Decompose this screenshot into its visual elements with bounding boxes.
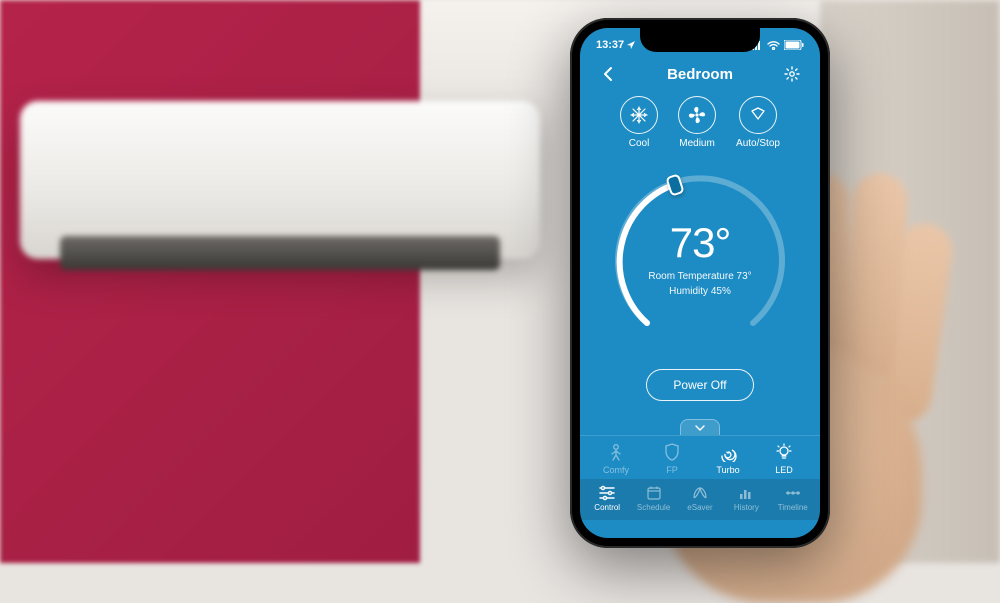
sliders-icon: [598, 485, 616, 501]
set-temperature: 73°: [670, 219, 731, 267]
back-button[interactable]: [598, 64, 618, 84]
temperature-dial[interactable]: 73° Room Temperature 73° Humidity 45%: [600, 159, 800, 359]
chevron-down-icon: [694, 424, 706, 432]
tab-control[interactable]: Control: [584, 485, 630, 512]
shield-icon: [662, 442, 682, 462]
swing-icon: [748, 105, 768, 125]
tab-history-label: History: [734, 503, 759, 512]
tab-control-label: Control: [594, 503, 620, 512]
chevron-left-icon: [603, 66, 613, 82]
location-arrow-icon: [626, 40, 636, 50]
mode-cool-label: Cool: [629, 138, 650, 149]
quick-actions-row: Comfy FP Turbo LED: [580, 435, 820, 479]
mode-medium[interactable]: Medium: [678, 96, 716, 149]
quick-comfy[interactable]: Comfy: [588, 442, 644, 475]
mode-autostop-label: Auto/Stop: [736, 138, 780, 149]
gear-icon: [784, 66, 800, 82]
power-off-button[interactable]: Power Off: [646, 369, 753, 401]
phone-frame: 13:37 Bedroom Cool: [570, 18, 830, 548]
calendar-icon: [646, 485, 662, 501]
quick-fp-label: FP: [666, 465, 678, 475]
app-header: Bedroom: [580, 56, 820, 88]
humidity-label: Humidity 45%: [648, 284, 751, 299]
quick-led[interactable]: LED: [756, 442, 812, 475]
mode-cool[interactable]: Cool: [620, 96, 658, 149]
page-title: Bedroom: [667, 66, 733, 83]
leaf-icon: [691, 485, 709, 501]
tab-schedule-label: Schedule: [637, 503, 670, 512]
tab-history[interactable]: History: [723, 485, 769, 512]
phone-screen: 13:37 Bedroom Cool: [580, 28, 820, 538]
bulb-icon: [774, 442, 794, 462]
mode-medium-label: Medium: [679, 138, 715, 149]
phone-notch: [640, 28, 760, 52]
tab-schedule[interactable]: Schedule: [630, 485, 676, 512]
battery-icon: [784, 40, 804, 50]
tab-esaver[interactable]: eSaver: [677, 485, 723, 512]
quick-led-label: LED: [775, 465, 793, 475]
tab-esaver-label: eSaver: [687, 503, 712, 512]
timeline-icon: [784, 485, 802, 501]
status-time: 13:37: [596, 39, 624, 51]
quick-fp[interactable]: FP: [644, 442, 700, 475]
tab-bar: Control Schedule eSaver History Timeline: [580, 479, 820, 520]
mode-row: Cool Medium Auto/Stop: [580, 88, 820, 153]
spiral-icon: [718, 442, 738, 462]
mode-autostop[interactable]: Auto/Stop: [736, 96, 780, 149]
room-temperature-label: Room Temperature 73°: [648, 269, 751, 284]
tab-timeline[interactable]: Timeline: [770, 485, 816, 512]
settings-button[interactable]: [782, 64, 802, 84]
wifi-icon: [767, 41, 780, 50]
quick-turbo[interactable]: Turbo: [700, 442, 756, 475]
tab-timeline-label: Timeline: [778, 503, 808, 512]
ac-unit: [20, 101, 540, 259]
expand-button[interactable]: [680, 419, 720, 435]
quick-comfy-label: Comfy: [603, 465, 629, 475]
quick-turbo-label: Turbo: [716, 465, 739, 475]
fan-icon: [687, 105, 707, 125]
snowflake-icon: [629, 105, 649, 125]
person-icon: [606, 442, 626, 462]
bars-icon: [738, 485, 754, 501]
